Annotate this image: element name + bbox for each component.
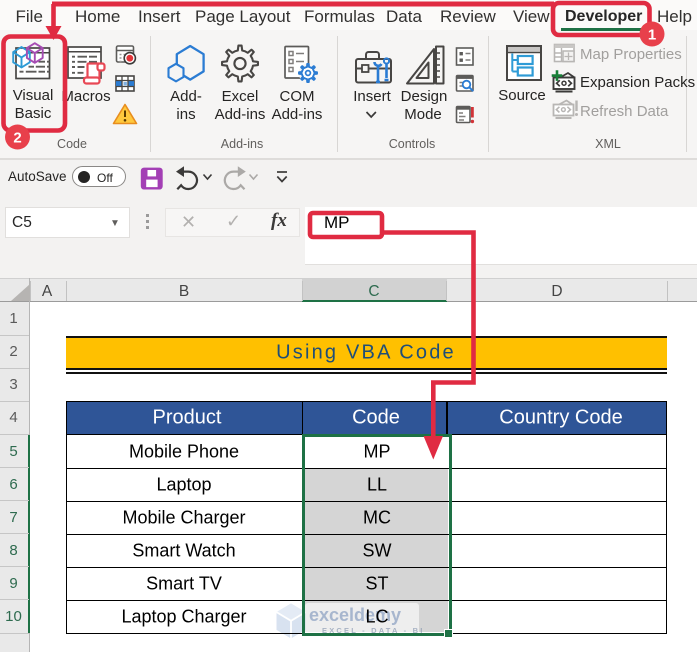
svg-text:1: 1: [648, 27, 656, 44]
svg-text:2: 2: [13, 130, 21, 147]
